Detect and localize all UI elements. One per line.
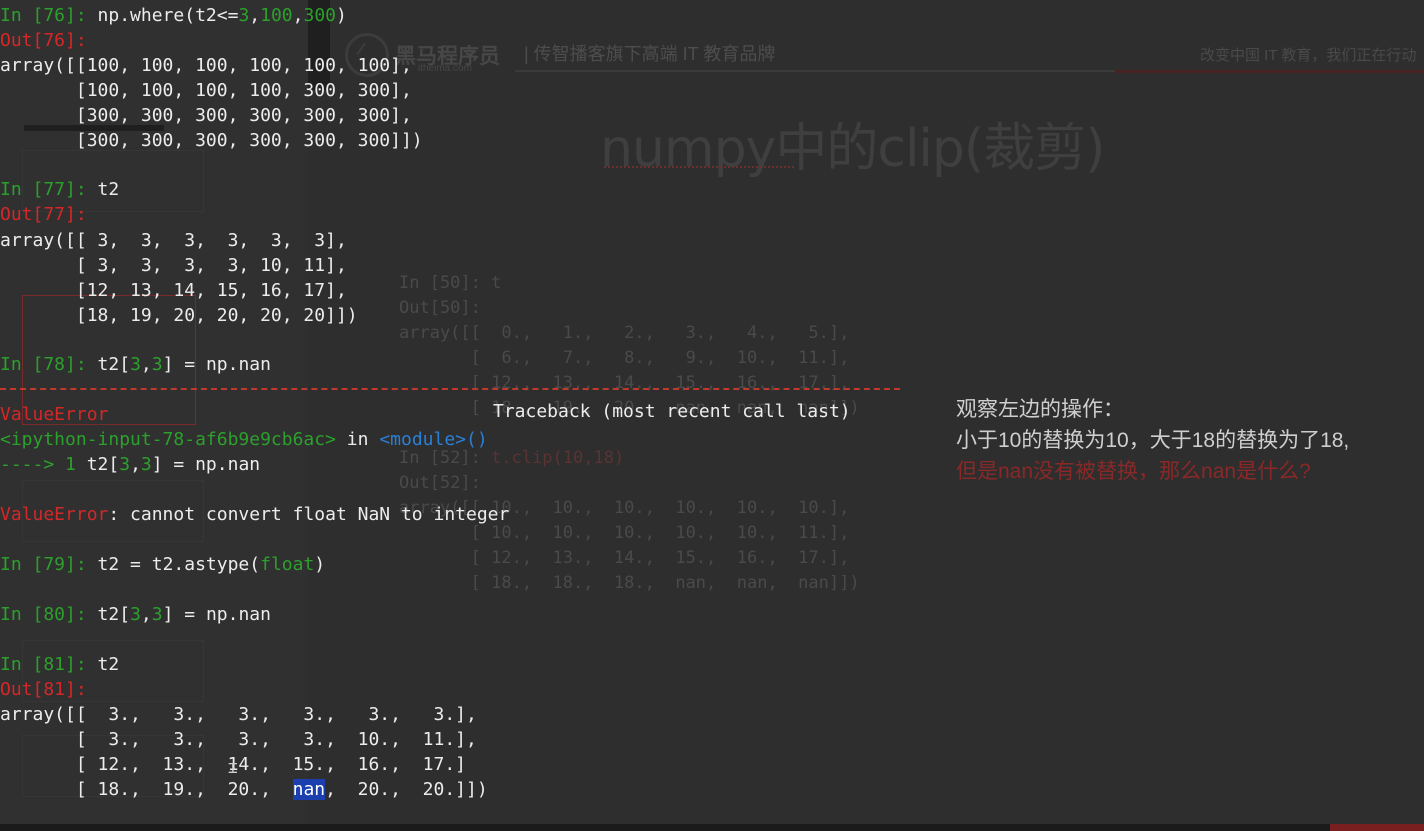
clip-call: t.clip(10,18) (491, 448, 625, 468)
error-name: ValueError (0, 504, 109, 525)
arrow: ----> 1 (0, 454, 87, 475)
output-line: [18, 19, 20, 20, 20, 20]]) (0, 305, 358, 326)
progress-accent (1330, 824, 1424, 831)
slide-code-line: [ 18., 18., 18., nan, nan, nan]]) (399, 573, 860, 593)
input-cell-79[interactable]: In [79]: t2 = t2.astype(float) (0, 552, 325, 577)
brand-motto: 改变中国 IT 教育，我们正在行动 (1200, 47, 1417, 64)
number-literal: 3 (151, 604, 163, 625)
in-prompt: In [79]: (0, 554, 98, 575)
header-accent (1115, 70, 1424, 73)
code-text: ] = np.nan (162, 604, 271, 625)
number-literal: 3 (119, 454, 131, 475)
number-literal: 3 (130, 354, 141, 375)
code-text: ) (314, 554, 326, 575)
slide-code-line: array([[ 0., 1., 2., 3., 4., 5.], (399, 323, 850, 343)
slide-code-line: In [50]: t (399, 273, 502, 293)
output-line: [300, 300, 300, 300, 300, 300], (0, 105, 412, 126)
in-prompt: In [77]: (0, 179, 98, 200)
error-name: ValueError (0, 404, 109, 425)
builtin: float (260, 554, 315, 575)
input-cell-80[interactable]: In [80]: t2[3,3] = np.nan (0, 602, 271, 627)
output-line: array([[ 3., 3., 3., 3., 3., 3.], (0, 704, 477, 725)
input-cell-81[interactable]: In [81]: t2 (0, 652, 119, 677)
slide-note: 小于10的替换为10，大于18的替换为了18, (956, 429, 1350, 452)
code-text: , 20., 20.]]) (325, 779, 488, 800)
slide-note-highlight: 但是nan没有被替换，那么nan是什么? (956, 460, 1311, 483)
number-literal: 3 (130, 604, 141, 625)
input-cell-77[interactable]: In [77]: t2 (0, 177, 119, 202)
traceback-label: Traceback (most recent call last) (493, 401, 851, 422)
number-literal: 3 (151, 354, 163, 375)
in-prompt: In [80]: (0, 604, 98, 625)
code-text: np.where(t2<= (97, 5, 239, 26)
slide-note: 观察左边的操作： (956, 398, 1124, 421)
slide-code-line: [ 6., 7., 8., 9., 10., 11.], (399, 348, 850, 368)
out-prompt: Out[77]: (0, 204, 87, 225)
traceback-separator (0, 388, 900, 390)
code-text: ] = np.nan (151, 454, 261, 475)
code-text: t2[ (86, 454, 120, 475)
number-literal: 100 (260, 5, 293, 26)
code-text: t2 (97, 179, 120, 200)
slide-code-line: [ 12., 13., 14., 15., 16., 17.], (399, 548, 850, 568)
code-text: t2[ (97, 354, 131, 375)
out-prompt: Out[81]: (0, 679, 87, 700)
code-text: t2[ (97, 604, 131, 625)
error-text: : cannot convert float NaN to integer (108, 504, 510, 525)
code-text: t2 (97, 654, 120, 675)
parens: () (466, 429, 488, 450)
output-line: [100, 100, 100, 100, 300, 300], (0, 80, 412, 101)
in-prompt: In [78]: (0, 354, 98, 375)
code-text: [ 18., 19., 20., (0, 779, 293, 800)
output-line: [ 18., 19., 20., nan, 20., 20.]]) (0, 777, 488, 802)
selected-nan[interactable]: nan (292, 779, 326, 800)
output-line: [ 3, 3, 3, 3, 10, 11], (0, 255, 347, 276)
output-line: array([[100, 100, 100, 100, 100, 100], (0, 55, 412, 76)
logo-domain: itheima.com (418, 63, 472, 74)
slide-code-line: Out[50]: (399, 298, 481, 318)
number-literal: 300 (303, 5, 336, 26)
number-literal: 3 (238, 5, 250, 26)
brand-slogan: | 传智播客旗下高端 IT 教育品牌 (524, 44, 776, 64)
slide-code-line: [ 12., 13., 14., 15., 16., 17.], (399, 373, 850, 393)
text-cursor-icon: ⌶ (228, 758, 238, 777)
output-line: [ 3., 3., 3., 3., 10., 11.], (0, 729, 477, 750)
code-text: ] = np.nan (162, 354, 271, 375)
output-line: [300, 300, 300, 300, 300, 300]]) (0, 130, 423, 151)
number-literal: 3 (140, 454, 152, 475)
input-cell-76[interactable]: In [76]: np.where(t2<=3,100,300) (0, 3, 347, 28)
output-line: [12, 13, 14, 15, 16, 17], (0, 280, 347, 301)
slide-title: numpy中的clip(裁剪) (600, 119, 1105, 179)
in-prompt: In [81]: (0, 654, 98, 675)
spellcheck-underline (604, 164, 794, 168)
traceback-arrow-line: ----> 1 t2[3,3] = np.nan (0, 454, 261, 475)
status-bar (0, 824, 1424, 831)
output-line: array([[ 3, 3, 3, 3, 3, 3], (0, 230, 347, 251)
input-cell-78[interactable]: In [78]: t2[3,3] = np.nan (0, 352, 271, 377)
slide-code-line: Out[52]: (399, 473, 481, 493)
module-ref: <module> (379, 429, 467, 450)
code-text: t2 = t2.astype( (97, 554, 261, 575)
input-ref: <ipython-input-78-af6b9e9cb6ac> (0, 429, 336, 450)
traceback-location: <ipython-input-78-af6b9e9cb6ac> in <modu… (0, 427, 488, 452)
error-message: ValueError: cannot convert float NaN to … (0, 502, 509, 527)
keyword: in (335, 429, 380, 450)
in-prompt: In [76]: (0, 5, 98, 26)
out-prompt: Out[76]: (0, 30, 87, 51)
